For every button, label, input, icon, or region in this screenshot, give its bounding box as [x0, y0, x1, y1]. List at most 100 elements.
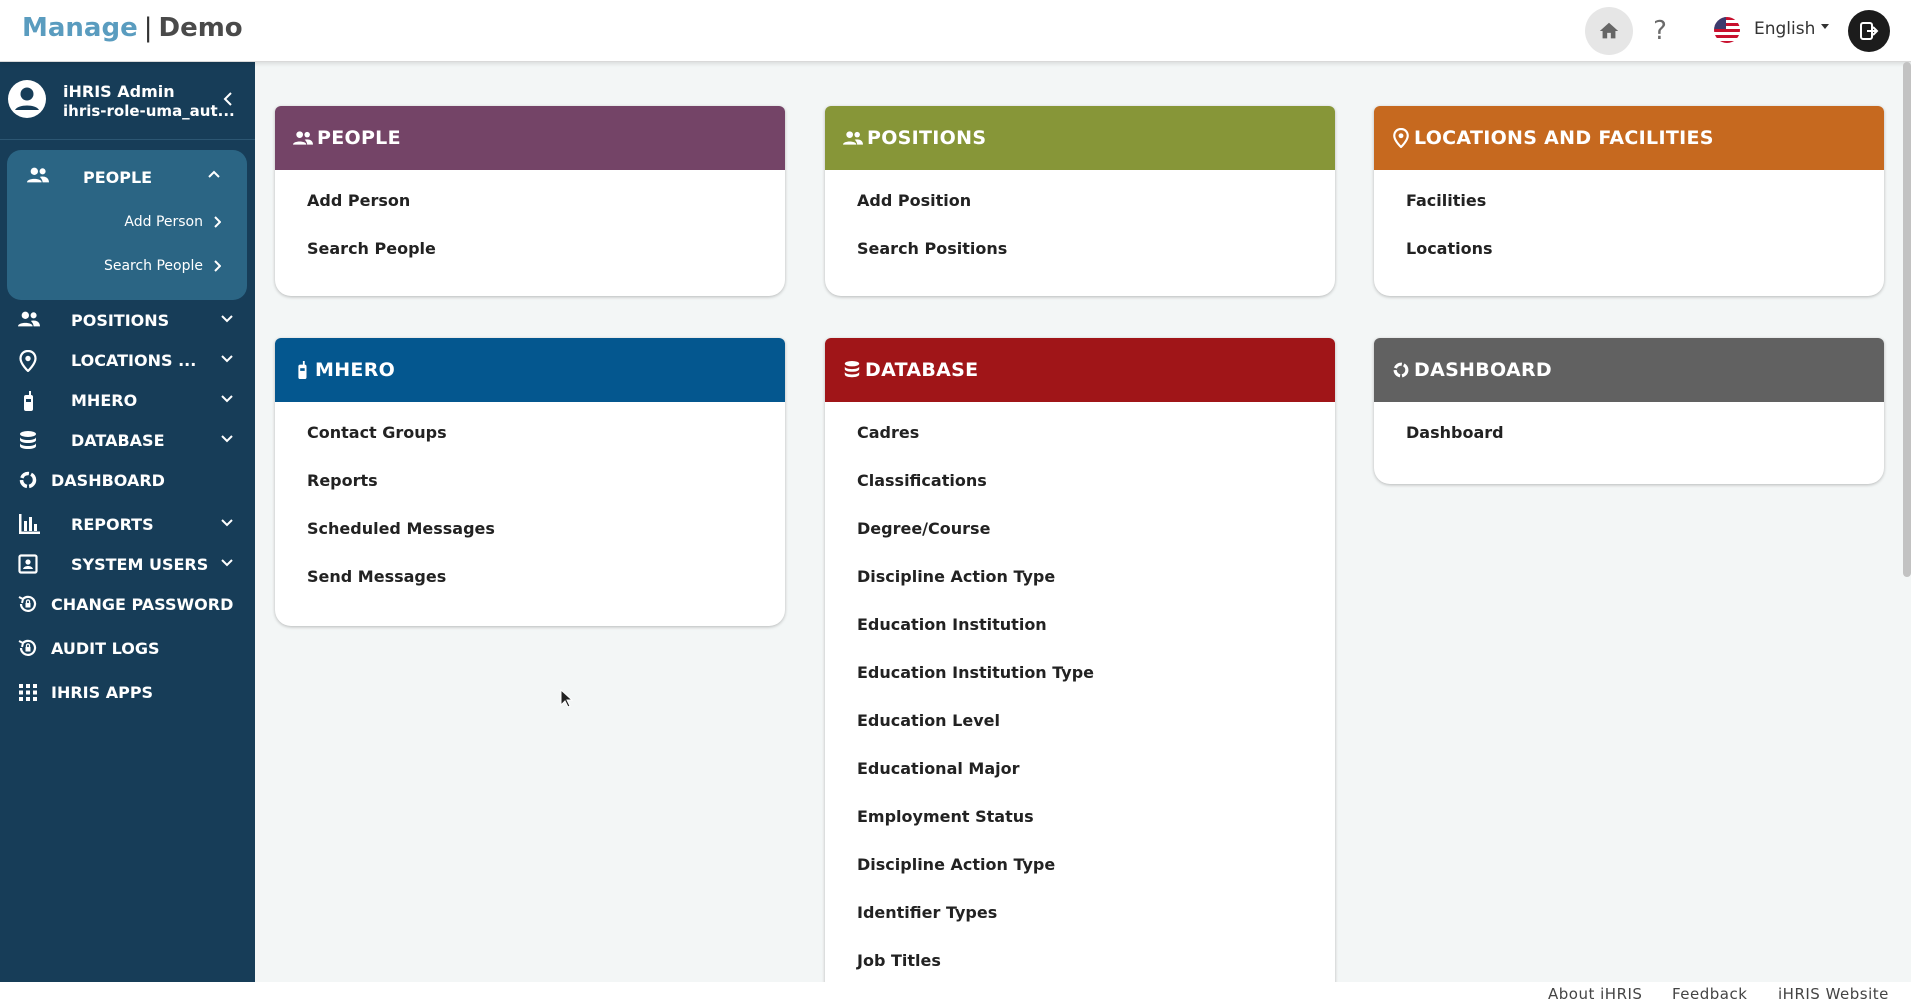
link-locations[interactable]: Locations: [1374, 232, 1884, 280]
people-icon: [293, 131, 313, 145]
language-selector[interactable]: English: [1754, 19, 1815, 39]
positions-card: POSITIONS Add Position Search Positions: [825, 106, 1335, 296]
link-identifier-types[interactable]: Identifier Types: [825, 896, 1335, 944]
chevron-down-icon[interactable]: [220, 394, 234, 404]
sidebar-item-audit-logs[interactable]: AUDIT LOGS: [0, 630, 255, 666]
sidebar-item-positions[interactable]: POSITIONS: [0, 302, 255, 338]
caret-down-icon[interactable]: [1821, 24, 1829, 29]
chevron-up-icon[interactable]: [207, 169, 221, 179]
sidebar-item-system-users[interactable]: SYSTEM USERS: [0, 546, 255, 582]
sidebar-item-label: CHANGE PASSWORD: [51, 595, 234, 614]
sidebar: iHRIS Admin ihris-role-uma_aut... PEOPLE…: [0, 62, 255, 982]
footer-link-website[interactable]: iHRIS Website: [1778, 985, 1889, 1003]
card-title: DASHBOARD: [1414, 359, 1552, 381]
account-icon: [8, 80, 46, 118]
card-title: MHERO: [315, 359, 396, 381]
sidebar-item-label: MHERO: [71, 391, 138, 410]
link-educational-major[interactable]: Educational Major: [825, 752, 1335, 800]
link-classifications[interactable]: Classifications: [825, 464, 1335, 512]
top-bar: Manage | Demo ? English: [0, 0, 1911, 62]
id-badge-icon: [18, 554, 38, 574]
link-discipline-action-type[interactable]: Discipline Action Type: [825, 560, 1335, 608]
people-icon: [27, 167, 49, 183]
page-scrollbar[interactable]: [1903, 62, 1911, 577]
mhero-card-header: MHERO: [275, 338, 785, 402]
sidebar-item-label: DATABASE: [71, 431, 165, 450]
people-icon: [18, 311, 40, 327]
us-flag-icon[interactable]: [1714, 17, 1740, 43]
sidebar-subitem-label: Add Person: [124, 214, 203, 230]
link-contact-groups[interactable]: Contact Groups: [275, 416, 785, 464]
link-search-people[interactable]: Search People: [275, 232, 785, 280]
link-search-positions[interactable]: Search Positions: [825, 232, 1335, 280]
footer-link-about[interactable]: About iHRIS: [1548, 985, 1642, 1003]
help-button[interactable]: ?: [1636, 7, 1684, 55]
link-scheduled-messages[interactable]: Scheduled Messages: [275, 512, 785, 560]
card-title: POSITIONS: [867, 127, 987, 149]
link-reports[interactable]: Reports: [275, 464, 785, 512]
sidebar-subitem-search-people[interactable]: Search People: [104, 258, 221, 274]
sidebar-item-reports[interactable]: REPORTS: [0, 506, 255, 542]
home-button[interactable]: [1585, 7, 1633, 55]
brand-secondary: Demo: [158, 13, 243, 43]
dashboard-card-header: DASHBOARD: [1374, 338, 1884, 402]
link-employment-status[interactable]: Employment Status: [825, 800, 1335, 848]
card-title: DATABASE: [865, 359, 979, 381]
chevron-down-icon[interactable]: [220, 354, 234, 364]
chevron-down-icon[interactable]: [220, 518, 234, 528]
sidebar-group-people: PEOPLE Add Person Search People: [7, 150, 247, 300]
sidebar-item-label: LOCATIONS ...: [71, 351, 197, 370]
logout-button[interactable]: [1848, 10, 1890, 52]
link-add-position[interactable]: Add Position: [825, 184, 1335, 232]
link-add-person[interactable]: Add Person: [275, 184, 785, 232]
apps-grid-icon: [19, 684, 37, 701]
home-icon: [1599, 22, 1619, 39]
chevron-down-icon[interactable]: [220, 558, 234, 568]
brand-separator: |: [143, 13, 153, 43]
user-panel: iHRIS Admin ihris-role-uma_aut...: [0, 62, 255, 140]
sidebar-item-database[interactable]: DATABASE: [0, 422, 255, 458]
sidebar-item-ihris-apps[interactable]: IHRIS APPS: [0, 674, 255, 710]
database-card-header: DATABASE: [825, 338, 1335, 402]
link-job-titles[interactable]: Job Titles: [825, 944, 1335, 982]
link-cadres[interactable]: Cadres: [825, 416, 1335, 464]
history-lock-icon: [18, 639, 37, 656]
sidebar-item-label: IHRIS APPS: [51, 683, 154, 702]
brand-primary: Manage: [22, 13, 138, 43]
database-card: DATABASE Cadres Classifications Degree/C…: [825, 338, 1335, 982]
chevron-down-icon[interactable]: [220, 434, 234, 444]
location-pin-icon: [19, 350, 37, 372]
sidebar-item-people[interactable]: PEOPLE: [7, 150, 247, 200]
sidebar-subitem-add-person[interactable]: Add Person: [124, 214, 221, 230]
link-dashboard[interactable]: Dashboard: [1374, 416, 1884, 464]
chevron-right-icon: [214, 216, 221, 228]
sidebar-item-mhero[interactable]: MHERO: [0, 382, 255, 418]
sidebar-item-dashboard[interactable]: DASHBOARD: [0, 462, 255, 498]
link-education-level[interactable]: Education Level: [825, 704, 1335, 752]
sidebar-item-label: AUDIT LOGS: [51, 639, 160, 658]
location-pin-icon: [1393, 128, 1409, 148]
lock-reset-icon: [18, 595, 37, 612]
link-education-institution-type[interactable]: Education Institution Type: [825, 656, 1335, 704]
dashboard-icon: [1393, 362, 1409, 378]
link-degree-course[interactable]: Degree/Course: [825, 512, 1335, 560]
people-card-header: PEOPLE: [275, 106, 785, 170]
link-send-messages[interactable]: Send Messages: [275, 560, 785, 608]
mouse-cursor-icon: [560, 689, 574, 708]
locations-card: LOCATIONS AND FACILITIES Facilities Loca…: [1374, 106, 1884, 296]
footer-link-feedback[interactable]: Feedback: [1672, 985, 1747, 1003]
sidebar-item-change-password[interactable]: CHANGE PASSWORD: [0, 586, 255, 622]
sidebar-item-locations[interactable]: LOCATIONS ...: [0, 342, 255, 378]
help-icon: ?: [1653, 16, 1667, 46]
sidebar-subitem-label: Search People: [103, 258, 203, 274]
locations-card-header: LOCATIONS AND FACILITIES: [1374, 106, 1884, 170]
link-facilities[interactable]: Facilities: [1374, 184, 1884, 232]
collapse-sidebar-icon[interactable]: [220, 90, 238, 108]
link-discipline-action-type-2[interactable]: Discipline Action Type: [825, 848, 1335, 896]
chevron-down-icon[interactable]: [220, 314, 234, 324]
sidebar-item-label: DASHBOARD: [51, 471, 165, 490]
link-education-institution[interactable]: Education Institution: [825, 608, 1335, 656]
app-title[interactable]: Manage | Demo: [22, 13, 243, 43]
bar-chart-icon: [19, 514, 40, 534]
user-role: ihris-role-uma_aut...: [63, 102, 235, 120]
